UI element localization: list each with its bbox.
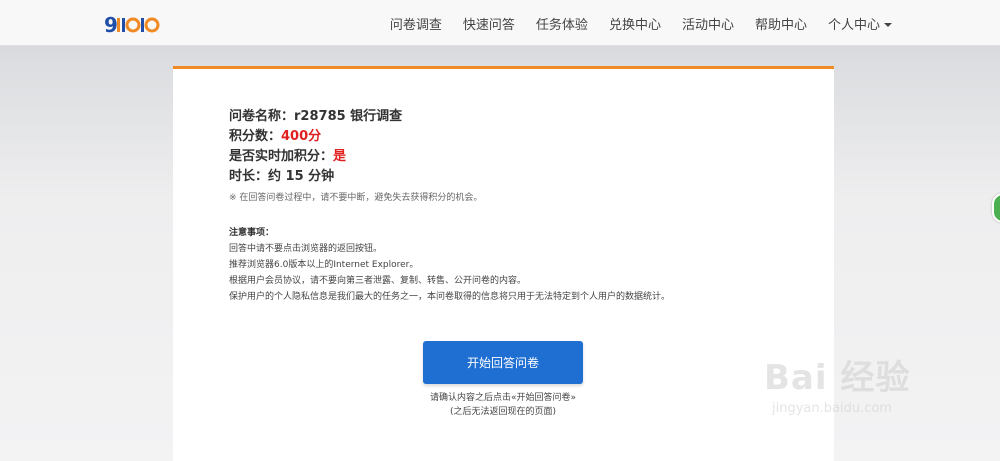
survey-points: 积分数：400分 xyxy=(229,127,482,147)
survey-card: 问卷名称：r28785 银行调查 积分数：400分 是否实时加积分：是 时长：约… xyxy=(173,66,834,461)
notice-item: 保护用户的个人隐私信息是我们最大的任务之一，本问卷取得的信息将只用于无法特定到个… xyxy=(229,292,671,302)
nav-exchange-center[interactable]: 兑换中心 xyxy=(609,14,661,33)
survey-points-value: 400分 xyxy=(281,129,322,144)
nav-survey[interactable]: 问卷调查 xyxy=(390,14,442,33)
survey-duration-value: 约 15 分钟 xyxy=(268,169,335,184)
survey-duration-label: 时长： xyxy=(229,169,269,184)
top-navbar: 9 问卷调查 快速问答 任务体验 兑换中心 活动中心 帮助中心 个人中心 xyxy=(0,0,1000,46)
survey-realtime: 是否实时加积分：是 xyxy=(229,147,482,167)
notice-item: 根据用户会员协议，请不要向第三者泄露、复制、转售、公开问卷的内容。 xyxy=(229,276,527,286)
survey-name-label: 问卷名称： xyxy=(229,109,295,124)
confirm-line-2: (之后无法返回现在的页面) xyxy=(449,407,557,417)
site-logo[interactable]: 9 xyxy=(104,11,162,37)
caret-down-icon xyxy=(884,23,892,27)
survey-name-value: r28785 银行调查 xyxy=(294,109,403,124)
confirm-line-1: 请确认内容之后点击«开始回答问卷» xyxy=(429,393,576,403)
main-nav: 问卷调查 快速问答 任务体验 兑换中心 活动中心 帮助中心 个人中心 xyxy=(369,0,892,46)
survey-name: 问卷名称：r28785 银行调查 xyxy=(229,107,482,127)
survey-realtime-value: 是 xyxy=(333,149,347,164)
svg-text:9: 9 xyxy=(104,13,118,36)
nav-activity-center[interactable]: 活动中心 xyxy=(682,14,734,33)
notice-item: 回答中请不要点击浏览器的返回按钮。 xyxy=(229,244,383,254)
start-survey-button[interactable]: 开始回答问卷 xyxy=(423,341,583,384)
logo-icon: 9 xyxy=(104,13,160,36)
nav-quick-qa[interactable]: 快速问答 xyxy=(463,14,515,33)
notice-item: 推荐浏览器6.0版本以上的Internet Explorer。 xyxy=(229,260,419,270)
survey-info: 问卷名称：r28785 银行调查 积分数：400分 是否实时加积分：是 时长：约… xyxy=(229,107,482,203)
floating-side-widget[interactable] xyxy=(992,193,1000,223)
survey-realtime-label: 是否实时加积分： xyxy=(229,149,334,164)
nav-task-experience[interactable]: 任务体验 xyxy=(536,14,588,33)
survey-tip: ※ 在回答问卷过程中，请不要中断，避免失去获得积分的机会。 xyxy=(229,193,483,203)
notice-title: 注意事项： xyxy=(229,228,275,238)
confirm-note: 请确认内容之后点击«开始回答问卷» (之后无法返回现在的页面) xyxy=(353,391,653,419)
survey-points-label: 积分数： xyxy=(229,129,282,144)
notice-section: 注意事项： 回答中请不要点击浏览器的返回按钮。 推荐浏览器6.0版本以上的Int… xyxy=(229,226,670,305)
nav-personal-center-label: 个人中心 xyxy=(827,17,880,33)
nav-help-center[interactable]: 帮助中心 xyxy=(755,14,807,33)
nav-personal-center[interactable]: 个人中心 xyxy=(828,14,892,33)
survey-duration: 时长：约 15 分钟 xyxy=(229,167,482,187)
